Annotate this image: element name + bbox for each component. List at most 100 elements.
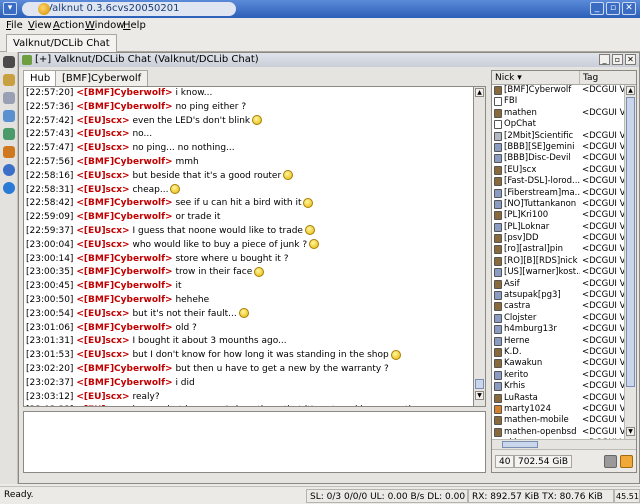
- nick-row[interactable]: [Fiberstream]ma...<DCGUI V:0.3.: [492, 188, 624, 199]
- chat-nick[interactable]: <[EU]scx>: [76, 171, 129, 181]
- nick-row[interactable]: kerito <DCGUI V:0.3.: [492, 370, 624, 381]
- nick-row[interactable]: [EU]scx <DCGUI V:0.3.: [492, 165, 624, 176]
- tab-valknut-chat[interactable]: Valknut/DCLib Chat: [6, 34, 117, 52]
- nick-row[interactable]: mathen-openbsd <DCGUI V:0.3.: [492, 427, 624, 438]
- window-titlebar[interactable]: ▾ Valknut 0.3.6cvs20050201 _ ▫ ✕: [0, 0, 640, 18]
- settings-icon[interactable]: [3, 164, 15, 176]
- subwindow-close-button[interactable]: ✕: [625, 54, 636, 65]
- nick-row[interactable]: [BBB][SE]gemini <DCGUI V:0.3.: [492, 142, 624, 153]
- close-button[interactable]: ✕: [622, 2, 636, 15]
- nick-row[interactable]: K.D. <DCGUI V:0.3.: [492, 347, 624, 358]
- nick-row[interactable]: [BMF]Cyberwolf <DCGUI V:0.3.: [492, 85, 624, 96]
- nick-row[interactable]: OpChat: [492, 119, 624, 130]
- nick-row[interactable]: marty1024 <DCGUI V:0.3.: [492, 404, 624, 415]
- chat-nick[interactable]: <[BMF]Cyberwolf>: [76, 102, 172, 112]
- menu-action[interactable]: Action: [53, 20, 84, 31]
- menu-window[interactable]: Window: [85, 20, 124, 31]
- tab-hub[interactable]: Hub: [23, 70, 58, 86]
- nick-row[interactable]: Clojster <DCGUI V:0.3.: [492, 313, 624, 324]
- nick-row[interactable]: atsupak[pg3] <DCGUI V:0.3.: [492, 290, 624, 301]
- nick-tag: <DCGUI V:0.3.: [582, 324, 624, 335]
- nick-hscroll-thumb[interactable]: [502, 441, 538, 448]
- column-tag[interactable]: Tag: [580, 71, 636, 85]
- menu-file[interactable]: File: [6, 20, 23, 31]
- nick-row[interactable]: mathen <DCGUI V:0.3.: [492, 108, 624, 119]
- chat-nick[interactable]: <[BMF]Cyberwolf>: [76, 267, 172, 277]
- tools-icon[interactable]: [3, 74, 15, 86]
- nick-row[interactable]: Krhis <DCGUI V:0.3.: [492, 381, 624, 392]
- nick-row[interactable]: FBI: [492, 96, 624, 107]
- nick-row[interactable]: mathen-mobile <DCGUI V:0.3.: [492, 415, 624, 426]
- chat-nick[interactable]: <[EU]scx>: [76, 226, 129, 236]
- lock-icon[interactable]: [604, 455, 617, 468]
- chat-nick[interactable]: <[EU]scx>: [76, 185, 129, 195]
- nick-scroll-down-arrow[interactable]: ▼: [626, 427, 635, 436]
- hublist-icon[interactable]: [3, 92, 15, 104]
- status-transfers: SL: 0/3 0/0/0 UL: 0.00 B/s DL: 0.00 B/s: [306, 489, 468, 503]
- nick-row[interactable]: Asif <DCGUI V:0.3.: [492, 279, 624, 290]
- subwindow-titlebar[interactable]: [+] Valknut/DCLib Chat (Valknut/DCLib Ch…: [19, 53, 639, 67]
- chat-nick[interactable]: <[EU]scx>: [76, 392, 129, 402]
- nick-row[interactable]: [ro][astral]pin <DCGUI V:0.3.: [492, 244, 624, 255]
- nick-scroll-thumb[interactable]: [626, 97, 635, 387]
- nick-row[interactable]: [NO]Tuttankanon <DCGUI V:0.3.: [492, 199, 624, 210]
- nick-scroll-up-arrow[interactable]: ▲: [626, 86, 635, 95]
- nick-list[interactable]: [BMF]Cyberwolf <DCGUI V:0.3. FBImathen <DCG…: [492, 85, 624, 439]
- nick-row[interactable]: Herne <DCGUI V:0.3.: [492, 336, 624, 347]
- refresh-icon[interactable]: [620, 455, 633, 468]
- nick-row[interactable]: h4mburg13r <DCGUI V:0.3.: [492, 324, 624, 335]
- chat-nick[interactable]: <[BMF]Cyberwolf>: [76, 212, 172, 222]
- search-icon[interactable]: [3, 110, 15, 122]
- minimize-button[interactable]: _: [590, 2, 604, 15]
- nick-row[interactable]: castra <DCGUI V:0.3.: [492, 301, 624, 312]
- chat-nick[interactable]: <[EU]scx>: [76, 336, 129, 346]
- scroll-down-arrow[interactable]: ▼: [475, 391, 484, 400]
- nick-row[interactable]: [RO][B][RDS]nick <DCGUI V:0.3.: [492, 256, 624, 267]
- chat-nick[interactable]: <[EU]scx>: [76, 116, 129, 126]
- info-icon[interactable]: [3, 182, 15, 194]
- nick-row[interactable]: [PL]Loknar <DCGUI V:0.3.: [492, 222, 624, 233]
- nick-row[interactable]: [psv]DD <DCGUI V:0.3.: [492, 233, 624, 244]
- chat-scrollbar[interactable]: ▲ ▼: [474, 86, 486, 407]
- nick-row[interactable]: LuRasta <DCGUI V:0.3.: [492, 393, 624, 404]
- chat-nick[interactable]: <[EU]scx>: [76, 143, 129, 153]
- menu-help[interactable]: Help: [123, 20, 146, 31]
- chat-nick[interactable]: <[EU]scx>: [76, 405, 129, 406]
- nick-row[interactable]: [US][warner]kost...<DCGUI V:0.3.: [492, 267, 624, 278]
- chat-nick[interactable]: <[BMF]Cyberwolf>: [76, 364, 172, 374]
- nick-row[interactable]: [Fast-DSL]-lorod...<DCGUI V:0.3.: [492, 176, 624, 187]
- column-nick[interactable]: Nick ▾: [492, 71, 580, 85]
- menu-view[interactable]: View: [28, 20, 52, 31]
- chat-nick[interactable]: <[BMF]Cyberwolf>: [76, 378, 172, 388]
- chat-nick[interactable]: <[EU]scx>: [76, 240, 129, 250]
- window-menu-button[interactable]: ▾: [3, 2, 17, 15]
- chat-nick[interactable]: <[EU]scx>: [76, 309, 129, 319]
- chat-nick[interactable]: <[BMF]Cyberwolf>: [76, 295, 172, 305]
- nick-row[interactable]: [BBB]Disc-Devil <DCGUI V:0.3.: [492, 153, 624, 164]
- whatsthis-icon[interactable]: [3, 56, 15, 68]
- tab-private-cyberwolf[interactable]: [BMF]Cyberwolf: [55, 70, 149, 86]
- chat-nick[interactable]: <[EU]scx>: [76, 350, 129, 360]
- nicklist-scrollbar[interactable]: ▲ ▼: [624, 85, 636, 439]
- nick-row[interactable]: [2Mbit]Scientific <DCGUI V:0.3.: [492, 131, 624, 142]
- nick-row[interactable]: Kawakun <DCGUI V:0.3.: [492, 358, 624, 369]
- subwindow-minimize-button[interactable]: _: [599, 54, 610, 65]
- chat-log[interactable]: [22:57:20] <[BMF]Cyberwolf> i know... [22…: [23, 86, 474, 407]
- scroll-up-arrow[interactable]: ▲: [475, 88, 484, 97]
- chat-input[interactable]: [23, 411, 486, 473]
- connect-icon[interactable]: [3, 128, 15, 140]
- nicklist-hscrollbar[interactable]: [492, 439, 636, 449]
- chat-nick[interactable]: <[BMF]Cyberwolf>: [76, 157, 172, 167]
- chat-nick[interactable]: <[BMF]Cyberwolf>: [76, 198, 172, 208]
- transfer-icon[interactable]: [3, 146, 15, 158]
- scroll-thumb[interactable]: [475, 379, 484, 389]
- chat-nick[interactable]: <[BMF]Cyberwolf>: [76, 254, 172, 264]
- subwindow-maximize-button[interactable]: ▫: [612, 54, 623, 65]
- chat-nick[interactable]: <[EU]scx>: [76, 129, 129, 139]
- chat-nick[interactable]: <[BMF]Cyberwolf>: [76, 281, 172, 291]
- nick-tag: <DCGUI V:0.3.: [582, 255, 624, 266]
- chat-nick[interactable]: <[BMF]Cyberwolf>: [76, 323, 172, 333]
- nick-row[interactable]: [PL]Kri100 <DCGUI V:0.3.: [492, 210, 624, 221]
- chat-nick[interactable]: <[BMF]Cyberwolf>: [76, 88, 172, 98]
- maximize-button[interactable]: ▫: [606, 2, 620, 15]
